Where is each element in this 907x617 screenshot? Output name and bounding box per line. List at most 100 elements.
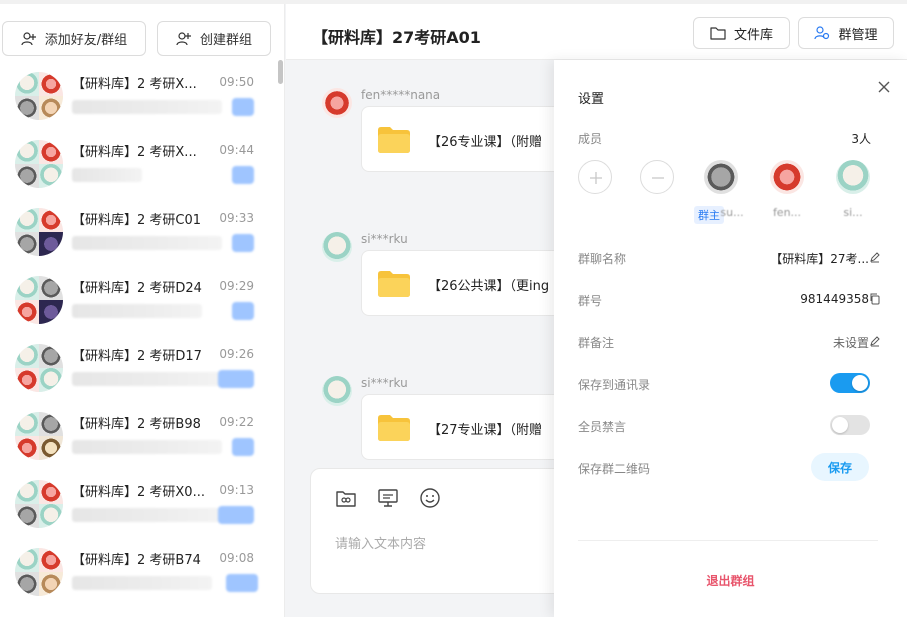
sender-name: fen*****nana	[361, 88, 441, 102]
group-remark-value[interactable]: 未设置	[833, 334, 869, 351]
conversation-item[interactable]: 【研料库】2 考研B74 09:08	[0, 536, 278, 604]
mute-all-label: 全员禁言	[578, 420, 627, 434]
save-qr-button[interactable]: 保存	[811, 453, 869, 481]
mute-all-toggle[interactable]	[830, 415, 870, 435]
conversation-preview	[72, 372, 222, 386]
conversation-title: 【研料库】2 考研D17	[72, 349, 202, 364]
save-contacts-toggle[interactable]	[830, 373, 870, 393]
file-library-label: 文件库	[733, 27, 773, 43]
screen-tool-icon[interactable]	[377, 487, 399, 509]
conversation-time: 09:26	[219, 347, 254, 361]
create-group-label: 创建群组	[199, 33, 252, 48]
chat-title: 【研料库】27考研A01	[312, 28, 481, 47]
conversation-preview	[72, 576, 212, 590]
file-name: 【26公共课】（更ing	[428, 279, 550, 294]
add-friend-group-label: 添加好友/群组	[44, 33, 128, 48]
files-tool-icon[interactable]	[335, 487, 357, 509]
conversation-scrollbar[interactable]	[278, 60, 283, 84]
members-count[interactable]: 3人	[851, 130, 871, 147]
group-manage-icon	[814, 26, 830, 40]
add-friend-icon	[21, 31, 36, 45]
group-remark-label: 群备注	[578, 336, 615, 350]
add-member-icon	[590, 172, 602, 184]
member-name: si...	[843, 206, 863, 219]
add-friend-group-button[interactable]: 添加好友/群组	[2, 21, 146, 56]
conversation-item[interactable]: 【研料库】2 考研D17 09:26	[0, 332, 278, 400]
conversation-title: 【研料库】2 考研D24	[72, 281, 202, 296]
group-manage-button[interactable]: 群管理	[798, 17, 894, 49]
conversation-badge	[218, 506, 254, 524]
save-qr-label: 保存群二维码	[578, 462, 651, 476]
edit-icon[interactable]	[869, 251, 881, 263]
folder-icon	[710, 27, 726, 40]
conversation-item[interactable]: 【研料库】2 考研D24 09:29	[0, 264, 278, 332]
conversation-time: 09:13	[219, 483, 254, 497]
conversation-time: 09:29	[219, 279, 254, 293]
file-library-button[interactable]: 文件库	[693, 17, 790, 49]
group-avatar	[15, 72, 63, 120]
group-avatar	[15, 208, 63, 256]
conversation-badge	[232, 438, 254, 456]
members-label: 成员	[578, 132, 603, 146]
file-folder-icon	[378, 127, 410, 153]
member-avatar[interactable]	[836, 160, 870, 194]
create-group-icon	[176, 31, 191, 45]
group-name-value[interactable]: 【研料库】27考...	[770, 250, 869, 267]
remove-member-button[interactable]	[640, 160, 674, 194]
conversation-title: 【研料库】2 考研B74	[72, 553, 201, 568]
exit-group-button[interactable]: 退出群组	[554, 572, 907, 589]
member-name: fen...	[772, 206, 802, 219]
conversation-time: 09:44	[219, 143, 254, 157]
create-group-button[interactable]: 创建群组	[157, 21, 271, 56]
divider	[578, 540, 878, 541]
sender-name: si***rku	[361, 232, 408, 246]
conversation-item[interactable]: 【研料库】2 考研C01 09:33	[0, 196, 278, 264]
conversation-item[interactable]: 【研料库】2 考研B98 09:22	[0, 400, 278, 468]
member-name: su...	[720, 206, 744, 219]
file-name: 【27专业课】（附赠	[428, 423, 543, 438]
save-contacts-label: 保存到通讯录	[578, 378, 651, 392]
group-avatar	[15, 276, 63, 324]
conversation-item[interactable]: 【研料库】2 考研X0... 09:13	[0, 468, 278, 536]
conversation-title: 【研料库】2 考研X...	[72, 145, 197, 160]
settings-title: 设置	[578, 92, 605, 107]
sender-avatar[interactable]	[322, 232, 352, 262]
file-name: 【26专业课】（附赠	[428, 135, 543, 150]
sender-avatar[interactable]	[322, 376, 352, 406]
sender-avatar[interactable]	[322, 88, 352, 118]
conversation-badge	[232, 234, 254, 252]
conversation-badge	[232, 166, 254, 184]
edit-icon[interactable]	[869, 335, 881, 347]
emoji-icon[interactable]	[419, 487, 441, 509]
conversation-time: 09:50	[219, 75, 254, 89]
conversation-preview	[72, 440, 222, 454]
member-avatar[interactable]	[770, 160, 804, 194]
file-folder-icon	[378, 271, 410, 297]
chat-header: 【研料库】27考研A01 文件库 群管理	[286, 4, 907, 60]
conversation-badge	[226, 574, 258, 592]
conversation-time: 09:22	[219, 415, 254, 429]
group-number-label: 群号	[578, 294, 603, 308]
conversation-item[interactable]: 【研料库】2 考研X... 09:44	[0, 128, 278, 196]
sender-name: si***rku	[361, 376, 408, 390]
group-avatar	[15, 140, 63, 188]
group-avatar	[15, 344, 63, 392]
conversation-preview	[72, 508, 222, 522]
remove-member-icon	[652, 177, 664, 179]
toggle-knob	[852, 375, 868, 391]
group-name-label: 群聊名称	[578, 252, 627, 266]
conversation-preview	[72, 168, 142, 182]
add-member-button[interactable]	[578, 160, 612, 194]
conversation-title: 【研料库】2 考研X0...	[72, 485, 205, 500]
conversation-title: 【研料库】2 考研B98	[72, 417, 201, 432]
message-input-placeholder: 请输入文本内容	[335, 537, 427, 552]
member-avatar[interactable]	[704, 160, 738, 194]
toggle-knob	[832, 417, 848, 433]
group-avatar	[15, 412, 63, 460]
conversation-badge	[232, 98, 254, 116]
conversation-item[interactable]: 【研料库】2 考研X... 09:50	[0, 60, 278, 128]
conversation-list-panel: 添加好友/群组 创建群组 【研料库】2 考研X... 09:50 【研料库】2 …	[0, 4, 285, 617]
copy-icon[interactable]	[869, 293, 881, 305]
close-icon[interactable]	[877, 80, 891, 94]
conversation-title: 【研料库】2 考研X...	[72, 77, 197, 92]
